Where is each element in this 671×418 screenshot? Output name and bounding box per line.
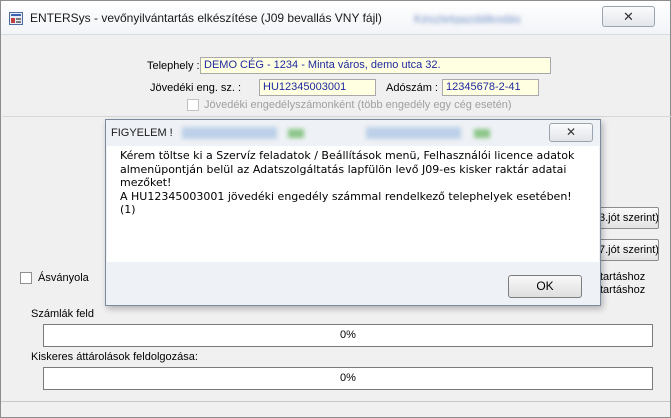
kiskeres-progress: 0% (43, 367, 653, 390)
adoszam-label: Adószám : (386, 82, 438, 94)
dialog-blurred-background (178, 125, 518, 141)
asvanyolaj-label: Ásványola (38, 272, 89, 284)
message-line: Kérem töltse ki a Szervíz feladatok / Be… (120, 149, 575, 162)
message-line: A HU12345003001 jövedéki engedély számma… (120, 189, 572, 203)
right-button-2[interactable]: 7.jót szerint) (598, 239, 659, 261)
jovedeki-label: Jövedéki eng. sz. : (150, 82, 242, 94)
kiskeres-label: Kiskeres áttárolások feldolgozása: (31, 351, 198, 363)
jovedeki-field[interactable]: HU12345003001 (259, 79, 376, 96)
szamlak-label: Számlák feld (31, 308, 94, 320)
window-title-blurred: Készletgazdálkodás (414, 12, 521, 24)
title-bar: ENTERSys - vevőnyilvántartás elkészítése… (1, 1, 670, 35)
warning-dialog: FIGYELEM ! ✕ Kérem töltse ki a Szervíz f… (105, 119, 601, 306)
close-icon: ✕ (565, 125, 577, 139)
adoszam-field[interactable]: 12345678-2-41 (442, 79, 539, 96)
close-icon: ✕ (623, 9, 634, 24)
dialog-title: FIGYELEM ! (111, 127, 173, 139)
main-window: ENTERSys - vevőnyilvántartás elkészítése… (0, 0, 671, 418)
telephely-field[interactable]: DEMO CÉG - 1234 - Minta város, demo utca… (200, 57, 551, 74)
kiskeres-progress-value: 0% (340, 372, 356, 384)
dialog-message: Kérem töltse ki a Szervíz feladatok / Be… (120, 149, 580, 217)
asvanyolaj-checkbox[interactable] (20, 272, 32, 284)
message-line: almenüpontján belül az Adatszolgáltatás … (120, 162, 567, 176)
right-button-1[interactable]: 3.jót szerint) (598, 207, 659, 229)
message-line: mezőket! (120, 176, 172, 189)
app-icon (9, 12, 23, 25)
window-title: ENTERSys - vevőnyilvántartás elkészítése… (30, 11, 382, 25)
engedely-checkbox[interactable] (187, 99, 199, 111)
szamlak-progress: 0% (43, 324, 653, 347)
dialog-close-button[interactable]: ✕ (549, 123, 593, 142)
separator (2, 116, 671, 117)
right-option-text-1: tartáshoz (600, 271, 646, 283)
telephely-label: Telephely : (147, 60, 200, 72)
window-close-button[interactable]: ✕ (602, 6, 655, 27)
szamlak-progress-value: 0% (340, 329, 356, 341)
ok-button[interactable]: OK (508, 275, 582, 298)
right-option-text-2: tartáshoz (600, 284, 646, 296)
status-bar (1, 401, 670, 417)
message-line: (1) (120, 203, 136, 216)
engedely-checkbox-label: Jövedéki engedélyszámonként (több engedé… (204, 99, 512, 111)
